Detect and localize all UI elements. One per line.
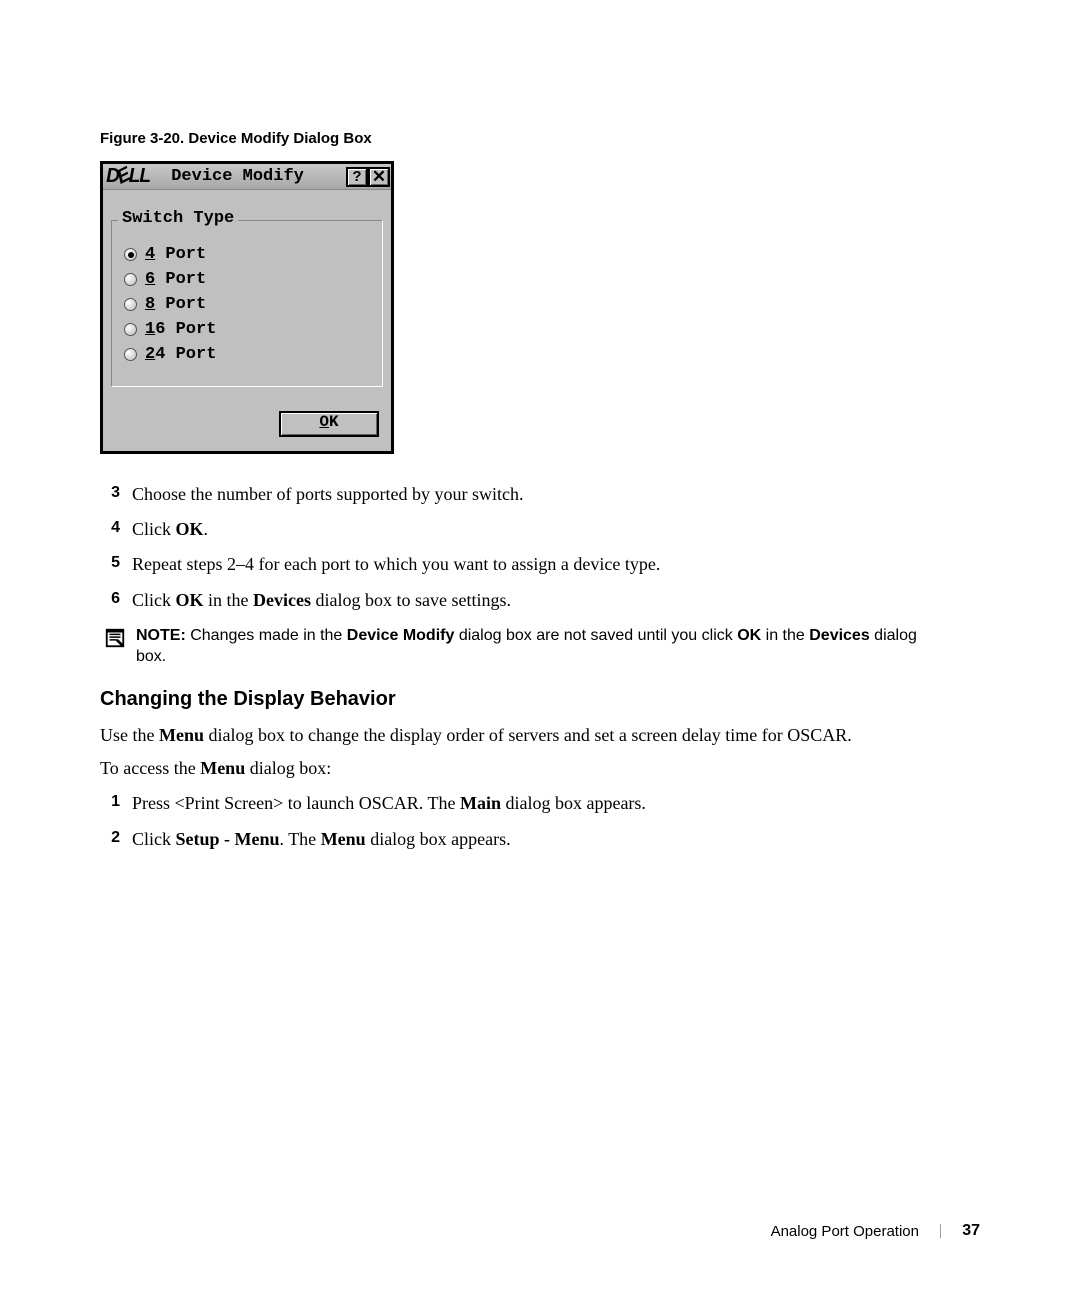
ok-button[interactable]: OK xyxy=(279,411,379,437)
note-icon xyxy=(104,627,126,649)
body-paragraph-1: Use the Menu dialog box to change the di… xyxy=(100,723,980,748)
radio-24-port[interactable]: 24 Port xyxy=(124,345,370,364)
step-4: 4 Click OK. xyxy=(100,517,980,542)
section-heading: Changing the Display Behavior xyxy=(100,688,980,711)
step-number: 3 xyxy=(100,482,132,507)
step-list-a: 3 Choose the number of ports supported b… xyxy=(100,482,980,613)
radio-icon xyxy=(124,273,137,286)
footer-divider: | xyxy=(939,1222,942,1240)
dialog-title: Device Modify xyxy=(171,167,346,186)
figure-caption: Figure 3-20. Device Modify Dialog Box xyxy=(100,130,980,147)
radio-16-port[interactable]: 16 Port xyxy=(124,320,370,339)
radio-8-port[interactable]: 8 Port xyxy=(124,295,370,314)
step-text: Choose the number of ports supported by … xyxy=(132,482,980,507)
radio-6-port[interactable]: 6 Port xyxy=(124,270,370,289)
radio-label: 4 Port xyxy=(145,245,206,264)
dialog-body: Switch Type 4 Port 6 Port 8 Port 16 Port… xyxy=(103,190,391,451)
step-text: Repeat steps 2–4 for each port to which … xyxy=(132,552,980,577)
note-text: NOTE: Changes made in the Device Modify … xyxy=(136,625,980,668)
step-list-b: 1 Press <Print Screen> to launch OSCAR. … xyxy=(100,791,980,851)
step-6: 6 Click OK in the Devices dialog box to … xyxy=(100,588,980,613)
radio-label: 16 Port xyxy=(145,320,216,339)
step-number: 1 xyxy=(100,791,132,816)
switch-type-fieldset: Switch Type 4 Port 6 Port 8 Port 16 Port… xyxy=(111,220,383,387)
step-text: Click OK in the Devices dialog box to sa… xyxy=(132,588,980,613)
step-number: 6 xyxy=(100,588,132,613)
step-5: 5 Repeat steps 2–4 for each port to whic… xyxy=(100,552,980,577)
radio-label: 24 Port xyxy=(145,345,216,364)
radio-label: 8 Port xyxy=(145,295,206,314)
radio-4-port[interactable]: 4 Port xyxy=(124,245,370,264)
body-paragraph-2: To access the Menu dialog box: xyxy=(100,756,980,781)
help-button[interactable]: ? xyxy=(346,167,368,187)
page-footer: Analog Port Operation | 37 xyxy=(771,1222,980,1240)
step-number: 4 xyxy=(100,517,132,542)
step-3: 3 Choose the number of ports supported b… xyxy=(100,482,980,507)
footer-page-number: 37 xyxy=(962,1222,980,1240)
radio-icon xyxy=(124,323,137,336)
footer-section-name: Analog Port Operation xyxy=(771,1223,919,1240)
step-1: 1 Press <Print Screen> to launch OSCAR. … xyxy=(100,791,980,816)
titlebar-buttons: ? ✕ xyxy=(346,167,390,187)
dell-logo: DELL xyxy=(106,165,150,188)
step-text: Click Setup - Menu. The Menu dialog box … xyxy=(132,827,980,852)
radio-icon xyxy=(124,348,137,361)
dialog-footer: OK xyxy=(111,411,383,441)
step-number: 5 xyxy=(100,552,132,577)
close-button[interactable]: ✕ xyxy=(368,167,390,187)
step-text: Press <Print Screen> to launch OSCAR. Th… xyxy=(132,791,980,816)
step-2: 2 Click Setup - Menu. The Menu dialog bo… xyxy=(100,827,980,852)
radio-label: 6 Port xyxy=(145,270,206,289)
radio-icon xyxy=(124,298,137,311)
device-modify-dialog: DELL Device Modify ? ✕ Switch Type 4 Por… xyxy=(100,161,394,454)
fieldset-legend: Switch Type xyxy=(118,209,238,228)
step-text: Click OK. xyxy=(132,517,980,542)
radio-icon xyxy=(124,248,137,261)
step-number: 2 xyxy=(100,827,132,852)
dialog-titlebar: DELL Device Modify ? ✕ xyxy=(103,164,391,190)
note: NOTE: Changes made in the Device Modify … xyxy=(104,625,980,668)
